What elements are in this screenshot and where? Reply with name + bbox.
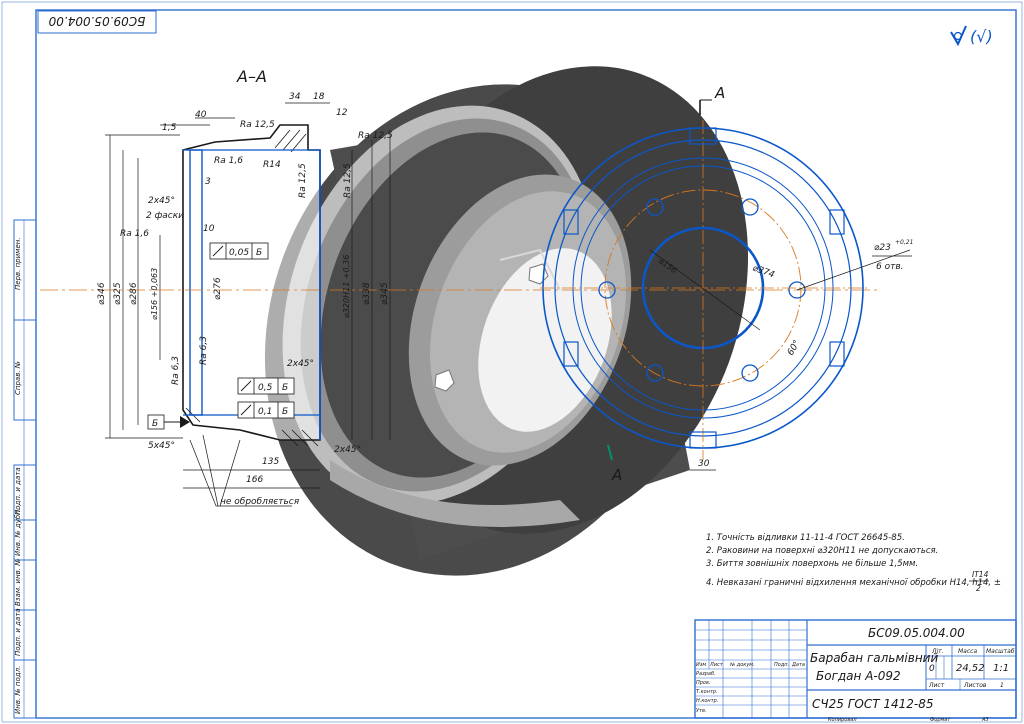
dim-d320: ⌀320H11 +0,36 [342, 255, 351, 318]
dim-166: 166 [246, 475, 263, 485]
tolerance-frame-01: 0,1 Б [237, 401, 295, 419]
note-2: 2. Раковини на поверхні ⌀320Н11 не допус… [706, 546, 938, 556]
tb-code: БС09.05.004.00 [868, 626, 965, 640]
side-stamp-0: Перв. примен. [14, 237, 22, 290]
tolerance-frame-runout: 0,05 Б [209, 242, 269, 260]
chamfer-2x45-b: 2x45° [287, 359, 314, 369]
dim-d338: ⌀338 [362, 282, 372, 305]
tb-hdr-4: Дата [791, 662, 805, 668]
dim-10: 10 [203, 224, 215, 234]
tb-mass: 24,52 [956, 663, 985, 674]
tb-name-2: Богдан А-092 [816, 669, 901, 683]
rough-1-6-a: Ra 1,6 [214, 156, 243, 166]
tb-hdr-1: Лист [709, 662, 724, 668]
top-stamp-code: БС09.05.004.00 [48, 14, 145, 28]
dim-d346: ⌀346 [97, 282, 107, 305]
rough-12-5-v2: Ra 12,5 [343, 163, 353, 198]
technical-notes: 1. Точність відливки 11-11-4 ГОСТ 26645-… [706, 533, 1001, 593]
angle-60: 60° [786, 339, 803, 358]
tb-col-lit: Літ. [931, 648, 944, 655]
dim-40: 40 [195, 110, 207, 120]
tb-hdr-0: Изм [696, 662, 706, 668]
tb-col-mass: Масса [958, 648, 977, 655]
drawing-sheet: БС09.05.004.00 (√) Перв. примен. Справ. … [1, 1, 1023, 723]
datum-b: Б [147, 414, 190, 430]
tb-sheets-count: 1 [1000, 682, 1004, 689]
tb-material: СЧ25 ГОСТ 1412-85 [812, 697, 933, 711]
chamfer-5x45: 5x45° [148, 441, 175, 451]
tb-hdr-3: Подп. [774, 662, 789, 668]
tb-hdr-2: № докум. [729, 662, 755, 668]
dim-d23: ⌀23 [874, 243, 891, 253]
side-stamp-6: Инв. № подл. [14, 666, 22, 714]
not-machined-note: не обробляється [220, 497, 300, 507]
dim-135: 135 [262, 457, 279, 467]
section-label: А–А [236, 67, 267, 86]
tb-role-0: Разраб. [696, 671, 716, 677]
dim-d325: ⌀325 [113, 282, 123, 305]
dim-d286: ⌀286 [129, 282, 139, 305]
chamfer-2x45: 2x45° [148, 196, 175, 206]
tol-0-1: 0,1 [258, 407, 272, 417]
roughness-mark: (√) [970, 27, 993, 46]
roughness-general: (√) [950, 25, 993, 47]
note-3: 3. Биття зовнішніх поверхонь не більше 1… [706, 559, 918, 569]
tb-col-scale: Масштаб [986, 648, 1015, 655]
tolerance-frame-05: 0,5 Б [237, 377, 295, 395]
side-stamp-5: Подп. и дата [14, 608, 22, 656]
view-letter-top: А [714, 84, 725, 102]
tb-format-value: А3 [981, 717, 989, 723]
tb-sheets-label: Листов [963, 682, 987, 689]
tb-name-1: Барабан гальмівний [810, 651, 938, 665]
holes-count: 6 отв. [876, 262, 904, 272]
dim-d345: ⌀345 [380, 282, 390, 305]
side-stamp: Перв. примен. Справ. № Подп. и дата Инв.… [13, 219, 37, 719]
side-stamp-2: Подп. и дата [14, 467, 22, 515]
tol-0-05: 0,05 [229, 248, 249, 258]
tb-lit: 0 [929, 664, 935, 674]
dim-1-5: 1,5 [162, 123, 177, 133]
datum-b-label: Б [152, 419, 158, 429]
tol-base-b2: Б [282, 383, 288, 393]
dim-18: 18 [313, 92, 325, 102]
tol-base-b: Б [256, 248, 262, 258]
rough-6-3-a: Ra 6,3 [199, 336, 209, 365]
top-stamp: БС09.05.004.00 [37, 10, 157, 34]
dim-30: 30 [698, 459, 710, 469]
tb-copied: Копировал [828, 717, 857, 723]
note-1: 1. Точність відливки 11-11-4 ГОСТ 26645-… [706, 533, 905, 543]
note-4-numerator: IT14 [972, 570, 989, 579]
rough-12-5-a: Ra 12,5 [240, 120, 275, 130]
chamfer-2x45-c: 2x45° [334, 445, 361, 455]
tb-role-2: Т.контр. [696, 689, 718, 695]
side-stamp-1: Справ. № [14, 361, 22, 395]
tb-scale: 1:1 [993, 663, 1009, 674]
dim-34: 34 [289, 92, 301, 102]
side-stamp-4: Взам. инв. № [14, 558, 22, 606]
tb-format-label: Формат [930, 717, 951, 723]
view-letter-bottom: А [611, 466, 622, 484]
rough-12-5-b: Ra 12,5 [358, 131, 393, 141]
r14: R14 [263, 160, 281, 170]
note-4-denominator: 2 [976, 584, 981, 593]
two-chamfers: 2 фаски [146, 211, 184, 221]
tol-base-b3: Б [282, 407, 288, 417]
rough-12-5-v1: Ra 12,5 [298, 163, 308, 198]
dim-12: 12 [336, 108, 348, 118]
tb-role-1: Пров. [696, 680, 711, 686]
rough-1-6-b: Ra 1,6 [120, 229, 149, 239]
note-4: 4. Невказані граничні відхилення механіч… [706, 578, 1001, 588]
title-block-text: БС09.05.004.00 Барабан гальмівний Богдан… [696, 626, 1015, 723]
dim-d156: ⌀156 +0,063 [150, 268, 159, 320]
rough-6-3-b: Ra 6,3 [171, 356, 181, 385]
dim-3: 3 [205, 177, 211, 187]
tb-role-4: Утв. [696, 708, 707, 714]
side-stamp-3: Инв. № дубл. [14, 508, 22, 556]
dim-d276: ⌀276 [213, 277, 223, 300]
tb-role-3: Н.контр. [696, 698, 718, 704]
tb-sheet-label: Лист [928, 682, 945, 689]
tol-0-5: 0,5 [258, 383, 273, 393]
dim-d23-tol: +0,21 [895, 239, 913, 246]
